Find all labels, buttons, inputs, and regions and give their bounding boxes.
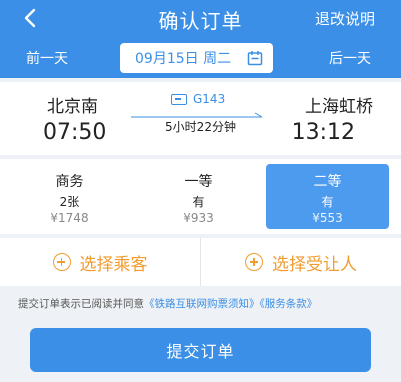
seat-name: 一等 (184, 174, 213, 190)
date-text: 09月15日 周二 (135, 51, 232, 67)
train-number: G143 (171, 92, 225, 106)
seat-availability: 有 (321, 195, 334, 209)
seat-class-selector: 商务 2张 ¥1748 一等 有 ¥933 二等 有 ¥553 (0, 159, 401, 234)
passenger-actions: 选择乘客 选择受让人 (0, 238, 401, 286)
train-info-card: 北京南 07:50 G143 5小时22分钟 上海虹桥 13:12 (0, 82, 401, 155)
prev-day-button[interactable]: 前一天 (26, 48, 68, 68)
date-selector[interactable]: 09月15日 周二 (120, 43, 273, 73)
seat-name: 二等 (313, 174, 342, 190)
plus-circle-icon (245, 253, 263, 271)
next-day-button[interactable]: 后一天 (329, 48, 371, 68)
seat-name: 商务 (55, 174, 84, 190)
seat-availability: 有 (192, 195, 205, 209)
agreement-notice: 提交订单表示已阅读并同意《铁路互联网购票须知》《服务条款》 (18, 296, 317, 311)
arrival-station: 上海虹桥 (305, 97, 373, 117)
ticket-icon (171, 93, 187, 105)
seat-option-first-class[interactable]: 一等 有 ¥933 (137, 164, 260, 229)
agreement-prefix: 提交订单表示已阅读并同意 (18, 298, 144, 310)
ticketing-rules-link[interactable]: 《铁路互联网购票须知》 (144, 298, 260, 310)
seat-price: ¥933 (183, 211, 214, 225)
seat-availability: 2张 (59, 195, 80, 209)
select-passenger-button[interactable]: 选择乘客 (0, 238, 201, 286)
train-number-text: G143 (193, 92, 226, 106)
select-beneficiary-label: 选择受让人 (272, 254, 357, 275)
arrival-time: 13:12 (291, 120, 355, 145)
seat-option-business[interactable]: 商务 2张 ¥1748 (8, 164, 131, 229)
seat-price: ¥553 (312, 211, 343, 225)
select-passenger-label: 选择乘客 (79, 254, 148, 275)
terms-of-service-link[interactable]: 《服务条款》 (260, 298, 318, 310)
refund-policy-link[interactable]: 退改说明 (315, 8, 375, 29)
submit-order-button[interactable]: 提交订单 (30, 328, 371, 372)
header: 确认订单 退改说明 前一天 09月15日 周二 后一天 (0, 0, 401, 78)
seat-price: ¥1748 (50, 211, 89, 225)
seat-option-second-class[interactable]: 二等 有 ¥553 (266, 164, 389, 229)
departure-station: 北京南 (47, 97, 98, 117)
select-beneficiary-button[interactable]: 选择受让人 (201, 238, 401, 286)
plus-circle-icon (52, 253, 71, 271)
calendar-icon (247, 51, 263, 66)
